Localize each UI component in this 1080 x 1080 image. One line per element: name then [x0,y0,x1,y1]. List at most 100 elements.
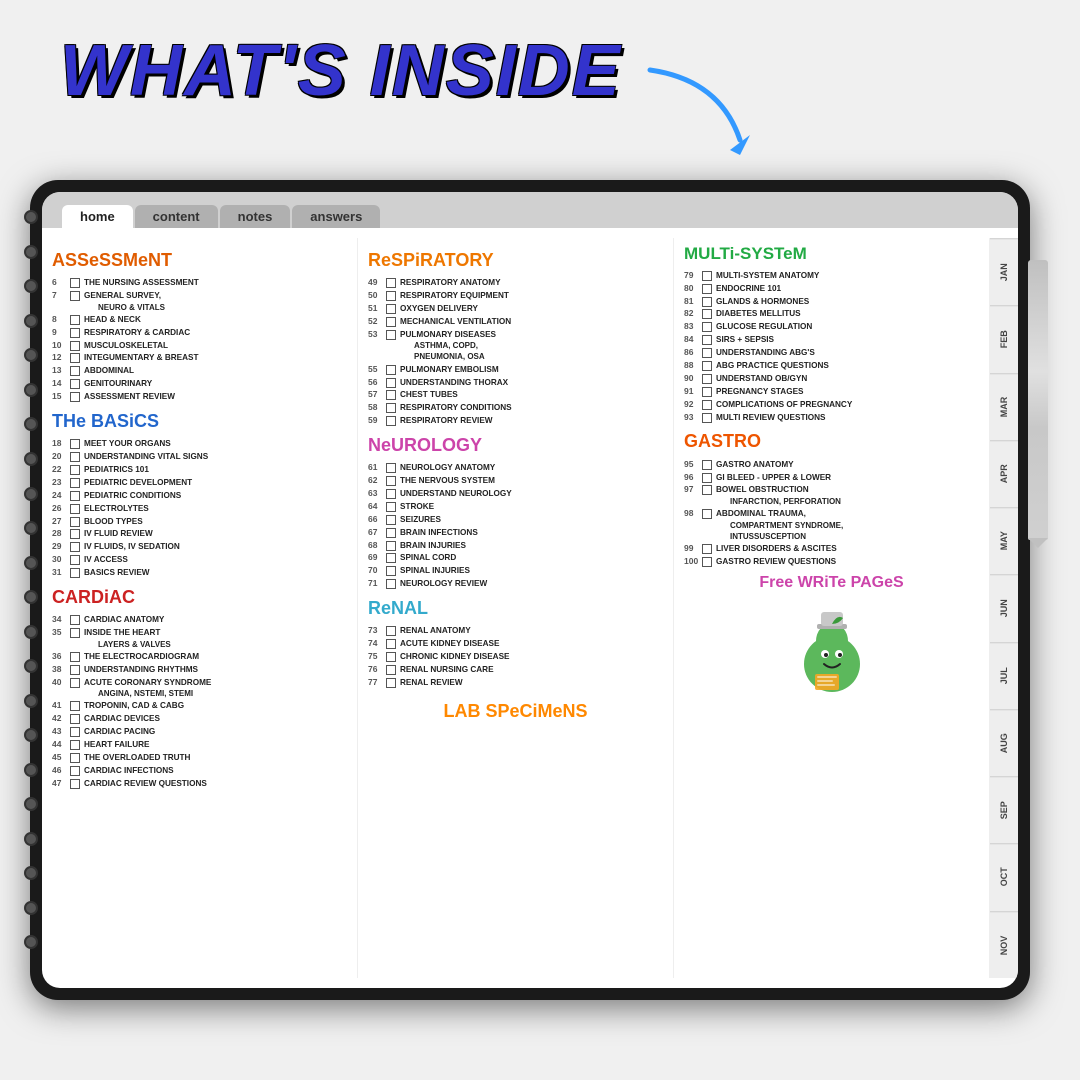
spiral-ring [24,452,38,466]
spiral-ring [24,832,38,846]
month-tab-sep[interactable]: SEP [990,776,1018,843]
list-item: 59RESPIRATORY REVIEW [368,415,663,427]
spiral-ring [24,487,38,501]
list-item: 69SPINAL CORD [368,552,663,564]
month-tab-may[interactable]: MAY [990,507,1018,574]
neurology-header: NeUROLOGY [368,433,663,458]
list-item: 30IV ACCESS [52,554,347,566]
tab-notes[interactable]: NOTeS [220,205,291,228]
list-item: 79MULTI-SYSTEM ANATOMY [684,270,979,282]
list-item: 52MECHANICAL VENTILATION [368,316,663,328]
list-item: 50RESPIRATORY EQUIPMENT [368,290,663,302]
col-2: ReSPiRATORY 49RESPIRATORY ANATOMY 50RESP… [358,238,674,978]
tab-home[interactable]: HOMe [62,205,133,228]
list-item: 18MEET YOUR ORGANS [52,438,347,450]
col-1: ASSeSSMeNT 6THE NURSING ASSESSMENT 7GENE… [42,238,358,978]
col-3: MULTi-SYSTeM 79MULTI-SYSTEM ANATOMY 80EN… [674,238,990,978]
spiral-ring [24,210,38,224]
list-item: 47CARDIAC REVIEW QUESTIONS [52,778,347,790]
month-tab-oct[interactable]: OCT [990,843,1018,910]
spiral-ring [24,314,38,328]
list-item: 27BLOOD TYPES [52,516,347,528]
list-item: 55PULMONARY EMBOLISM [368,364,663,376]
month-tab-mar[interactable]: MAR [990,373,1018,440]
list-item: 74ACUTE KIDNEY DISEASE [368,638,663,650]
list-item: 88ABG PRACTICE QUESTIONS [684,360,979,372]
list-item: 77RENAL REVIEW [368,677,663,689]
list-item: 71NEUROLOGY REVIEW [368,578,663,590]
list-item: 15ASSESSMENT REVIEW [52,391,347,403]
tab-content[interactable]: CONTeNT [135,205,218,228]
spiral-ring [24,797,38,811]
list-item: 13ABDOMINAL [52,365,347,377]
month-tab-apr[interactable]: APR [990,440,1018,507]
month-tab-feb[interactable]: FEB [990,305,1018,372]
lab-header: LAB SPeCiMeNS [368,699,663,724]
list-item: 63UNDERSTAND NEUROLOGY [368,488,663,500]
list-item: 46CARDIAC INFECTIONS [52,765,347,777]
respiratory-header: ReSPiRATORY [368,248,663,273]
ipad-device: HOMe CONTeNT NOTeS ANSWeRS ASSeSSMeNT 6T… [30,180,1030,1000]
list-item: 31BASICS REVIEW [52,567,347,579]
list-item: 9RESPIRATORY & CARDIAC [52,327,347,339]
list-item: 64STROKE [368,501,663,513]
list-item: 67BRAIN INFECTIONS [368,527,663,539]
list-item: 44HEART FAILURE [52,739,347,751]
list-item: 90UNDERSTAND OB/GYN [684,373,979,385]
pencil-tip [1028,538,1048,548]
list-item: 34CARDIAC ANATOMY [52,614,347,626]
list-item: 61NEUROLOGY ANATOMY [368,462,663,474]
arrow-icon [640,60,760,160]
spiral-ring [24,383,38,397]
list-item: 75CHRONIC KIDNEY DISEASE [368,651,663,663]
month-tab-jun[interactable]: JUN [990,574,1018,641]
spiral-ring [24,625,38,639]
pear-character-area [684,596,979,696]
list-item: 98ABDOMINAL TRAUMA,COMPARTMENT SYNDROME,… [684,508,979,542]
pear-character-icon [787,606,877,696]
list-item: 51OXYGEN DELIVERY [368,303,663,315]
list-item: 83GLUCOSE REGULATION [684,321,979,333]
spiral-ring [24,348,38,362]
list-item: 56UNDERSTANDING THORAX [368,377,663,389]
list-item: 58RESPIRATORY CONDITIONS [368,402,663,414]
list-item: 99LIVER DISORDERS & ASCITES [684,543,979,555]
list-item: 6THE NURSING ASSESSMENT [52,277,347,289]
gastro-header: GASTRO [684,429,979,454]
list-item: 22PEDIATRICS 101 [52,464,347,476]
spiral-ring [24,901,38,915]
month-tab-jul[interactable]: JUL [990,642,1018,709]
list-item: 7GENERAL SURVEY,NEURO & VITALS [52,290,347,313]
lab-section: LAB SPeCiMeNS [368,699,663,724]
list-item: 43CARDIAC PACING [52,726,347,738]
main-title-area: WHAT'S INSIDE [60,30,622,112]
list-item: 12INTEGUMENTARY & BREAST [52,352,347,364]
ipad-screen: HOMe CONTeNT NOTeS ANSWeRS ASSeSSMeNT 6T… [42,192,1018,988]
list-item: 14GENITOURINARY [52,378,347,390]
month-tab-nov[interactable]: NOV [990,911,1018,978]
list-item: 28IV FLUID REVIEW [52,528,347,540]
spiral-ring [24,590,38,604]
month-tabs: JAN FEB MAR APR MAY JUN JUL AUG SEP OCT … [990,238,1018,978]
month-tab-jan[interactable]: JAN [990,238,1018,305]
list-item: 45THE OVERLOADED TRUTH [52,752,347,764]
main-title: WHAT'S INSIDE [60,30,622,112]
cardiac-header: CARDiAC [52,585,347,610]
free-write-title: Free WRiTe PAGeS [684,573,979,592]
list-item: 66SEIZURES [368,514,663,526]
spiral-ring [24,245,38,259]
list-item: 24PEDIATRIC CONDITIONS [52,490,347,502]
list-item: 73RENAL ANATOMY [368,625,663,637]
list-item: 49RESPIRATORY ANATOMY [368,277,663,289]
list-item: 80ENDOCRINE 101 [684,283,979,295]
spiral-ring [24,417,38,431]
spiral-ring [24,556,38,570]
list-item: 100GASTRO REVIEW QUESTIONS [684,556,979,568]
month-tab-aug[interactable]: AUG [990,709,1018,776]
list-item: 36THE ELECTROCARDIOGRAM [52,651,347,663]
list-item: 62THE NERVOUS SYSTEM [368,475,663,487]
tab-answers[interactable]: ANSWeRS [292,205,380,228]
multisystem-header: MULTi-SYSTeM [684,242,979,266]
list-item: 20UNDERSTANDING VITAL SIGNS [52,451,347,463]
list-item: 82DIABETES MELLITUS [684,308,979,320]
